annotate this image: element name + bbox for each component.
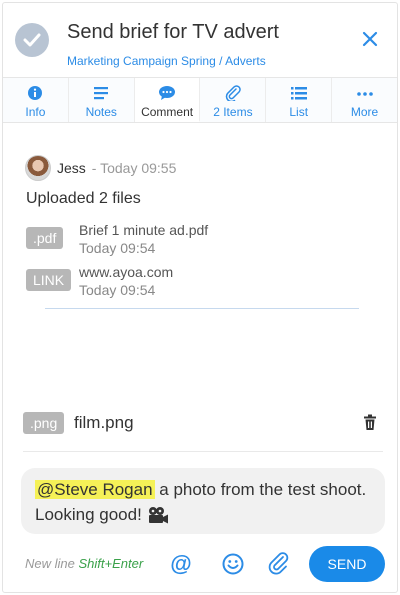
tab-bar: Info Notes Comment 2 Items List More <box>3 77 397 123</box>
hint-text: New line <box>25 556 79 571</box>
attach-icon[interactable] <box>267 552 291 576</box>
paperclip-icon <box>225 85 241 101</box>
attachment-type-badge: .png <box>23 412 65 434</box>
mention-button[interactable]: @ <box>169 552 193 576</box>
divider <box>45 308 359 309</box>
emoji-icon[interactable] <box>221 552 245 576</box>
attachment-name: film.png <box>74 413 134 432</box>
tab-info-label: Info <box>25 105 46 119</box>
tab-more[interactable]: More <box>332 78 397 122</box>
link-time: Today 09:54 <box>79 282 156 298</box>
divider <box>23 451 383 452</box>
task-title[interactable]: Send brief for TV advert <box>67 21 279 44</box>
notes-icon <box>94 87 109 100</box>
tab-notes-label: Notes <box>85 105 117 119</box>
checkmark-icon <box>23 33 41 47</box>
link-type-badge: LINK <box>26 269 72 291</box>
tab-info[interactable]: Info <box>3 78 69 122</box>
file-name[interactable]: Brief 1 minute ad.pdf <box>79 222 208 238</box>
pending-attachment: .png film.png <box>23 412 383 434</box>
tab-comment-label: Comment <box>141 105 194 119</box>
tab-list-label: List <box>289 105 309 119</box>
mention-tag: @Steve Rogan <box>35 480 155 499</box>
breadcrumb[interactable]: Marketing Campaign Spring / Adverts <box>67 54 266 68</box>
comment-timestamp: - Today 09:55 <box>91 160 177 176</box>
tab-comment[interactable]: Comment <box>134 78 201 122</box>
trash-icon[interactable] <box>363 414 377 431</box>
link-url[interactable]: www.ayoa.com <box>79 264 173 280</box>
complete-task-button[interactable] <box>15 23 49 57</box>
task-header: Send brief for TV advert Marketing Campa… <box>3 3 397 77</box>
comment-author: Jess <box>57 160 86 176</box>
send-button[interactable]: SEND <box>309 546 385 582</box>
newline-hint: New line Shift+Enter <box>25 556 143 571</box>
tab-more-label: More <box>350 105 379 119</box>
tab-notes[interactable]: Notes <box>69 78 135 122</box>
list-icon <box>290 87 307 100</box>
tab-items-label: 2 Items <box>213 105 253 119</box>
movie-camera-icon <box>148 506 168 524</box>
comment-input[interactable]: @Steve Rogan a photo from the test shoot… <box>21 468 385 534</box>
tab-items[interactable]: 2 Items <box>200 78 267 122</box>
info-icon <box>28 86 43 100</box>
tab-list[interactable]: List <box>266 78 333 122</box>
comment-icon <box>159 86 176 100</box>
hint-shortcut: Shift+Enter <box>78 556 144 571</box>
avatar <box>25 155 51 181</box>
task-panel: Send brief for TV advert Marketing Campa… <box>2 2 398 593</box>
close-icon[interactable] <box>361 30 379 48</box>
comment-header: Jess - Today 09:55 <box>25 155 176 181</box>
more-icon <box>356 92 373 96</box>
file-time: Today 09:54 <box>79 240 156 256</box>
file-type-badge: .pdf <box>26 227 64 249</box>
comment-text: Uploaded 2 files <box>26 190 141 207</box>
